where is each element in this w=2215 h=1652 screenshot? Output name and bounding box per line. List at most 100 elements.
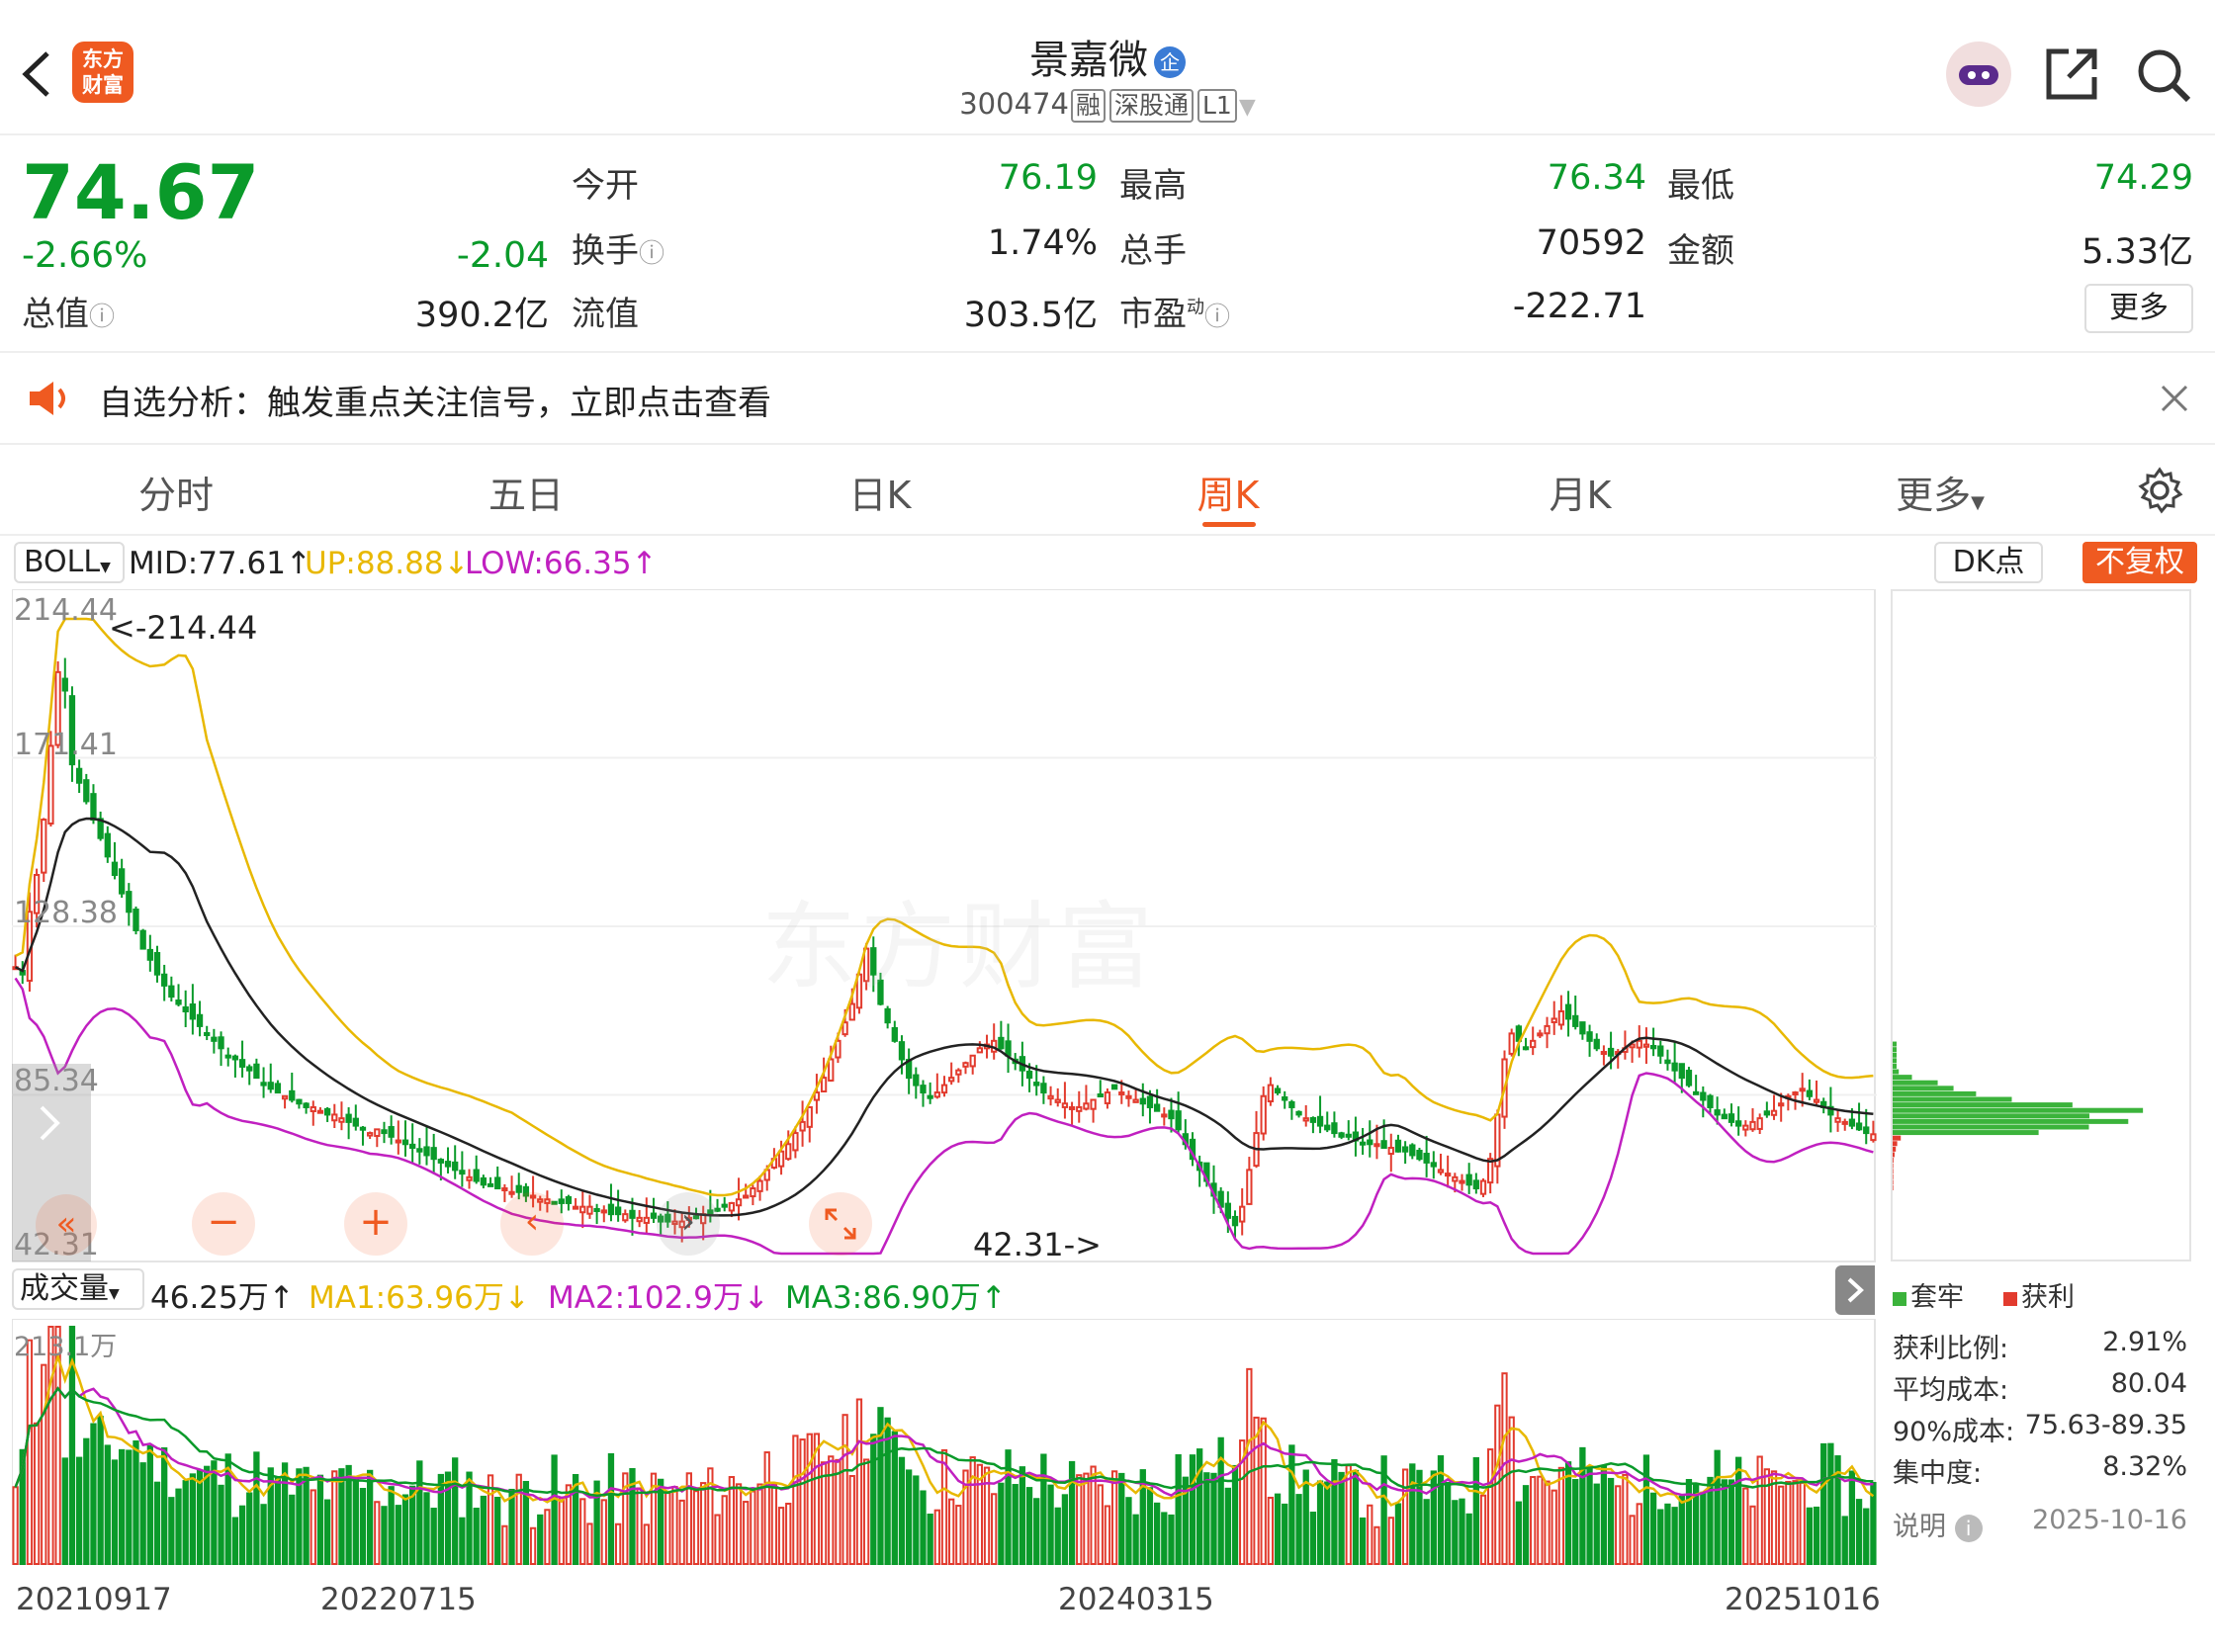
tab-more[interactable]: 更多▼: [1841, 465, 2039, 519]
volume-bar: [763, 1451, 770, 1565]
volume-bar: [692, 1490, 700, 1566]
volume-indicator-select[interactable]: 成交量▼: [12, 1268, 144, 1310]
volume-bar: [175, 1488, 182, 1566]
legend-profit: 获利: [2003, 1275, 2075, 1314]
volume-bar: [969, 1456, 976, 1565]
stock-code-row[interactable]: 300474 融深股通 L1 ▼: [0, 87, 2215, 123]
chip-bar: [1893, 1135, 1902, 1141]
candle-body: [515, 1184, 522, 1193]
next-button[interactable]: ›: [657, 1192, 720, 1256]
volume-bar: [126, 1449, 133, 1565]
volume-bar: [1394, 1503, 1402, 1565]
candle-body: [1416, 1149, 1423, 1161]
volume-chart[interactable]: [12, 1319, 1877, 1566]
volume-bar: [1530, 1476, 1537, 1565]
fullscreen-button[interactable]: [809, 1192, 872, 1256]
share-button[interactable]: [2043, 45, 2100, 103]
candle-body: [452, 1161, 459, 1172]
candle-body: [728, 1201, 736, 1212]
share-icon: [2046, 48, 2097, 100]
candle-body: [1288, 1100, 1295, 1108]
candle-body: [842, 1021, 848, 1036]
candle-body: [1564, 1003, 1572, 1020]
info-icon[interactable]: ⓘ: [1204, 303, 1230, 332]
adjust-badge[interactable]: 不复权: [2082, 542, 2197, 583]
volume-bar: [1537, 1475, 1544, 1566]
turnover-label: 换手ⓘ: [572, 223, 664, 272]
chip-bar: [1893, 1041, 1897, 1047]
volume-bar: [1274, 1493, 1282, 1565]
search-button[interactable]: [2134, 45, 2193, 105]
candle-body: [1430, 1162, 1437, 1168]
volume-bar: [842, 1414, 848, 1565]
volume-bar: [544, 1509, 551, 1566]
chip-note[interactable]: 说明 i: [1893, 1505, 1983, 1543]
volume-bar: [1118, 1472, 1125, 1565]
tab-weekly-k[interactable]: 周K: [1129, 465, 1327, 519]
candle-body: [1338, 1132, 1345, 1138]
candle-body: [1522, 1046, 1530, 1051]
candle-body: [1054, 1098, 1061, 1103]
tab-daily-k[interactable]: 日K: [781, 465, 979, 519]
volume-bar: [927, 1514, 933, 1566]
notice-bar[interactable]: 自选分析：触发重点关注信号，立即点击查看: [0, 354, 2215, 443]
volume-bar: [1785, 1480, 1792, 1566]
info-icon[interactable]: ⓘ: [89, 303, 115, 332]
candle-body: [1770, 1109, 1778, 1116]
candle-body: [487, 1182, 494, 1187]
candle-body: [423, 1146, 430, 1157]
volume-bar: [579, 1498, 586, 1565]
candle-body: [721, 1203, 728, 1208]
candle-body: [126, 891, 133, 913]
scroll-left-button[interactable]: «: [36, 1194, 97, 1256]
volume-bar: [1423, 1499, 1430, 1565]
candle-body: [1700, 1091, 1707, 1101]
candle-body: [735, 1198, 743, 1207]
mcap-value: 390.2亿: [414, 296, 549, 335]
dk-point-button[interactable]: DK点: [1934, 542, 2043, 583]
chip-bar: [1893, 1052, 1897, 1058]
tab-intraday[interactable]: 分时: [77, 465, 275, 519]
prev-button[interactable]: ‹: [500, 1192, 564, 1256]
stock-title: 景嘉微: [1029, 38, 1148, 83]
volume-bar: [1479, 1494, 1487, 1565]
tab-monthly-k[interactable]: 月K: [1481, 465, 1679, 519]
candle-body: [204, 1032, 211, 1037]
candle-body: [756, 1179, 763, 1192]
volume-bar: [1721, 1479, 1728, 1566]
more-quote-button[interactable]: 更多: [2084, 284, 2193, 333]
pe-value: -222.71: [1512, 287, 1646, 326]
volume-bar: [238, 1505, 246, 1566]
volume-bar: [480, 1495, 487, 1565]
panel-toggle-button[interactable]: [1835, 1265, 1875, 1315]
zoom-out-button[interactable]: −: [192, 1192, 255, 1256]
date-label-1: 20210917: [16, 1582, 172, 1617]
gear-icon[interactable]: [2136, 467, 2183, 514]
candle-body: [133, 909, 139, 931]
candle-body: [969, 1054, 976, 1068]
candle-body: [1090, 1098, 1097, 1110]
chevron-right-icon: [40, 1105, 60, 1141]
candle-body: [238, 1059, 246, 1068]
info-icon[interactable]: ⓘ: [639, 239, 664, 269]
volume-bar: [1324, 1481, 1331, 1566]
avatar[interactable]: [1946, 42, 2011, 107]
indicator-select[interactable]: BOLL▼: [14, 542, 125, 583]
volume-bar: [721, 1495, 728, 1565]
volume-bar: [133, 1440, 139, 1565]
candle-body: [622, 1213, 629, 1222]
candle-body: [260, 1082, 267, 1087]
tab-five-day[interactable]: 五日: [427, 465, 625, 519]
concentration-label: 集中度:: [1893, 1458, 1983, 1489]
pe-label-text: 市盈: [1119, 295, 1187, 334]
high-annotation: <-214.44: [109, 609, 258, 647]
volume-bar: [1295, 1494, 1302, 1565]
volume-bar: [189, 1473, 197, 1566]
double-chevron-left-icon: «: [55, 1204, 77, 1244]
volume-bar: [743, 1501, 750, 1566]
volume-bar: [714, 1514, 721, 1565]
close-icon[interactable]: [2160, 384, 2189, 413]
zoom-in-button[interactable]: +: [344, 1192, 407, 1256]
candle-body: [1749, 1120, 1756, 1131]
volume-bar: [1012, 1484, 1019, 1565]
